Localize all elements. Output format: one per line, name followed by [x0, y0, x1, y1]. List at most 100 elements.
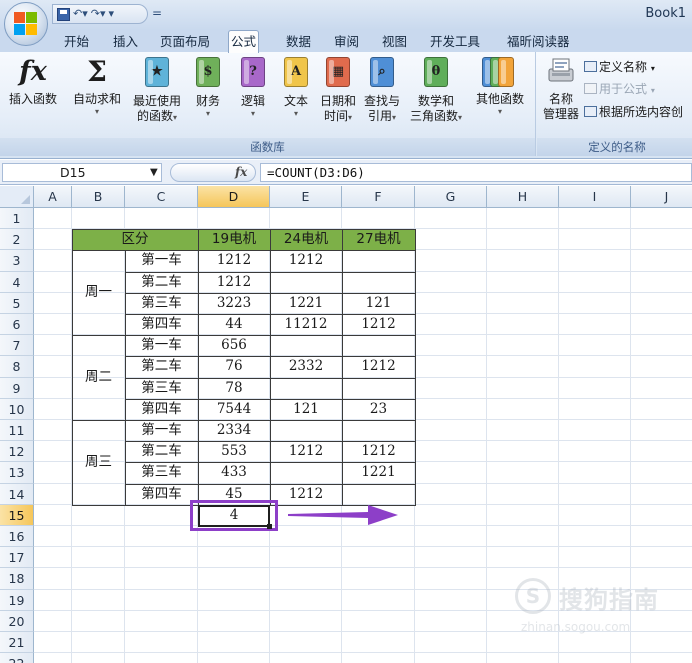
row-header-2[interactable]: 2	[0, 229, 34, 251]
column-header-A[interactable]: A	[34, 186, 72, 208]
ribbon-button-4[interactable]: ? 逻辑 ▾	[232, 55, 274, 119]
car-cell[interactable]: 第三车	[125, 293, 198, 314]
tab-1[interactable]: 插入	[111, 32, 140, 52]
row-header-7[interactable]: 7	[0, 335, 34, 357]
value-cell-e[interactable]	[270, 420, 342, 441]
column-header-D[interactable]: D	[198, 186, 270, 208]
row-header-20[interactable]: 20	[0, 610, 34, 632]
row-header-6[interactable]: 6	[0, 314, 34, 336]
group-label-cell[interactable]: 周三	[72, 420, 125, 505]
tab-0[interactable]: 开始	[62, 32, 91, 52]
value-cell-f[interactable]	[342, 335, 415, 356]
tab-3[interactable]: 公式	[228, 30, 260, 53]
value-cell-f[interactable]	[342, 378, 415, 399]
tab-5[interactable]: 审阅	[332, 32, 361, 52]
value-cell-d[interactable]: 2334	[198, 420, 270, 441]
ribbon-button-8[interactable]: θ 数学和 三角函数▾	[405, 55, 467, 124]
row-header-1[interactable]: 1	[0, 208, 34, 230]
value-cell-e[interactable]: 1212	[270, 250, 342, 271]
customize-qat-icon[interactable]: ▾	[109, 5, 115, 23]
value-cell-f[interactable]	[342, 420, 415, 441]
row-header-14[interactable]: 14	[0, 483, 34, 505]
value-cell-e[interactable]	[270, 335, 342, 356]
use-in-formula-button[interactable]: 用于公式 ▾	[584, 80, 655, 97]
value-cell-d[interactable]: 656	[198, 335, 270, 356]
value-cell-e[interactable]: 1221	[270, 293, 342, 314]
define-name-button[interactable]: 定义名称 ▾	[584, 58, 655, 75]
value-cell-f[interactable]	[342, 484, 415, 505]
name-manager-button[interactable]: 名称 管理器	[540, 55, 582, 122]
ribbon-button-3[interactable]: $ 财务 ▾	[188, 55, 228, 119]
row-header-19[interactable]: 19	[0, 589, 34, 611]
tab-7[interactable]: 开发工具	[428, 32, 482, 52]
row-header-18[interactable]: 18	[0, 568, 34, 590]
car-cell[interactable]: 第四车	[125, 484, 198, 505]
tab-2[interactable]: 页面布局	[158, 32, 212, 52]
tab-8[interactable]: 福昕阅读器	[505, 32, 572, 52]
value-cell-e[interactable]	[270, 462, 342, 483]
name-box[interactable]: D15	[2, 163, 162, 182]
value-cell-d[interactable]: 3223	[198, 293, 270, 314]
car-cell[interactable]: 第四车	[125, 399, 198, 420]
redo-icon[interactable]: ↷▾	[91, 5, 106, 23]
name-box-dropdown-icon[interactable]: ▼	[150, 163, 158, 182]
ribbon-button-6[interactable]: ▦ 日期和 时间▾	[317, 55, 359, 124]
row-header-17[interactable]: 17	[0, 547, 34, 569]
table-header-cell[interactable]: 24电机	[270, 229, 342, 251]
car-cell[interactable]: 第二车	[125, 272, 198, 293]
ribbon-button-9[interactable]: 其他函数 ▾	[470, 55, 530, 117]
car-cell[interactable]: 第二车	[125, 356, 198, 377]
value-cell-d[interactable]: 1212	[198, 272, 270, 293]
ribbon-button-5[interactable]: A 文本 ▾	[277, 55, 315, 119]
group-label-cell[interactable]: 周一	[72, 250, 125, 335]
row-header-13[interactable]: 13	[0, 462, 34, 484]
car-cell[interactable]: 第四车	[125, 314, 198, 335]
column-header-H[interactable]: H	[487, 186, 559, 208]
value-cell-e[interactable]	[270, 272, 342, 293]
column-header-E[interactable]: E	[270, 186, 342, 208]
insert-function-icon[interactable]: fx	[235, 164, 247, 181]
table-header-cell[interactable]: 区分	[72, 229, 198, 251]
tab-6[interactable]: 视图	[380, 32, 409, 52]
group-label-cell[interactable]: 周二	[72, 335, 125, 420]
value-cell-f[interactable]: 1212	[342, 356, 415, 377]
value-cell-d[interactable]: 553	[198, 441, 270, 462]
save-icon[interactable]	[57, 7, 70, 21]
row-header-22[interactable]: 22	[0, 653, 34, 663]
row-header-16[interactable]: 16	[0, 526, 34, 548]
ribbon-button-7[interactable]: ⌕ 查找与 引用▾	[360, 55, 404, 124]
value-cell-d[interactable]: 433	[198, 462, 270, 483]
value-cell-f[interactable]: 1221	[342, 462, 415, 483]
car-cell[interactable]: 第一车	[125, 335, 198, 356]
result-cell-d15[interactable]: 4	[198, 505, 270, 526]
value-cell-f[interactable]: 1212	[342, 314, 415, 335]
value-cell-d[interactable]: 76	[198, 356, 270, 377]
row-header-15[interactable]: 15	[0, 504, 34, 526]
ribbon-button-0[interactable]: fx 插入函数	[2, 55, 64, 107]
table-header-cell[interactable]: 27电机	[342, 229, 415, 251]
row-header-9[interactable]: 9	[0, 377, 34, 399]
tab-4[interactable]: 数据	[284, 32, 313, 52]
row-header-11[interactable]: 11	[0, 420, 34, 442]
ribbon-button-2[interactable]: ★ 最近使用 的函数▾	[128, 55, 186, 124]
column-header-J[interactable]: J	[631, 186, 692, 208]
car-cell[interactable]: 第一车	[125, 420, 198, 441]
qat-customize-glyph[interactable]: =	[152, 6, 162, 20]
value-cell-f[interactable]: 1212	[342, 441, 415, 462]
row-header-10[interactable]: 10	[0, 398, 34, 420]
car-cell[interactable]: 第一车	[125, 250, 198, 271]
formula-input[interactable]: =COUNT(D3:D6)	[260, 163, 692, 182]
car-cell[interactable]: 第三车	[125, 378, 198, 399]
row-header-4[interactable]: 4	[0, 271, 34, 293]
row-header-12[interactable]: 12	[0, 441, 34, 463]
car-cell[interactable]: 第二车	[125, 441, 198, 462]
car-cell[interactable]: 第三车	[125, 462, 198, 483]
column-header-B[interactable]: B	[72, 186, 125, 208]
row-header-21[interactable]: 21	[0, 632, 34, 654]
table-header-cell[interactable]: 19电机	[198, 229, 270, 251]
value-cell-f[interactable]	[342, 250, 415, 271]
row-header-3[interactable]: 3	[0, 250, 34, 272]
row-header-5[interactable]: 5	[0, 292, 34, 314]
value-cell-e[interactable]: 121	[270, 399, 342, 420]
value-cell-e[interactable]: 11212	[270, 314, 342, 335]
